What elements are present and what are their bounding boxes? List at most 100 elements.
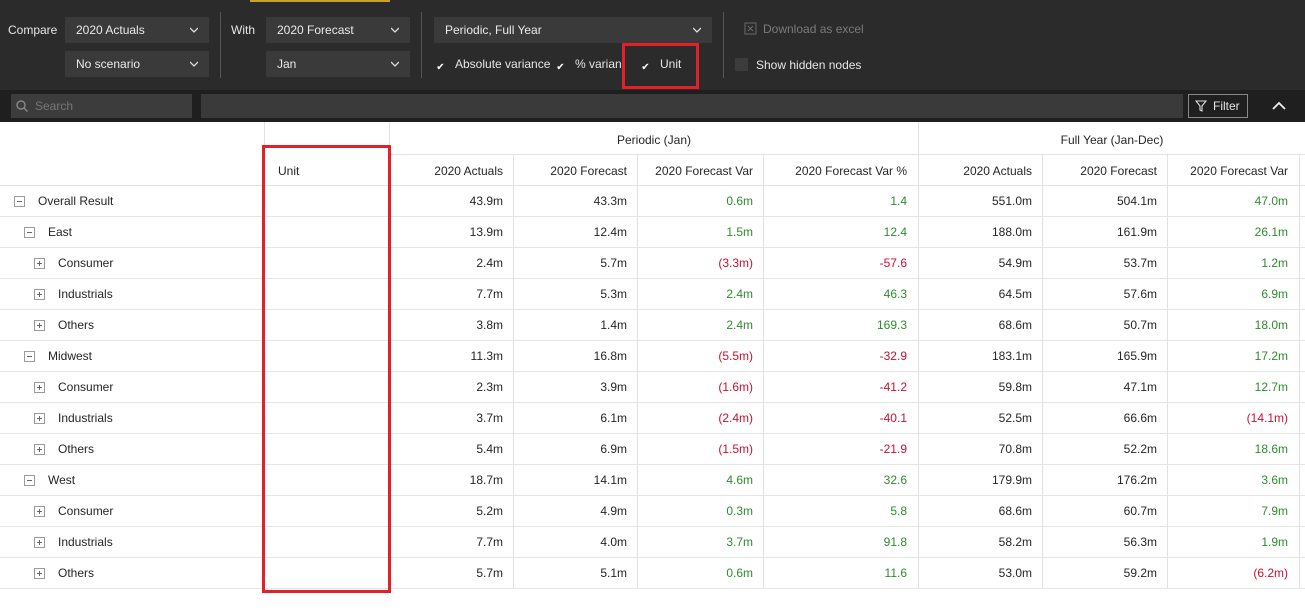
highlight-unit-checkbox — [622, 43, 699, 89]
expand-icon[interactable] — [34, 413, 45, 424]
chevron-up-icon[interactable] — [1270, 97, 1288, 115]
column-header[interactable]: 2020 Forecast — [1043, 164, 1157, 178]
column-header[interactable]: 2020 Forecast Var — [638, 164, 753, 178]
value-cell: 5.7m — [600, 256, 627, 270]
value-cell: 64.5m — [998, 287, 1032, 301]
value-cell: 91.8 — [883, 535, 907, 549]
expand-icon[interactable] — [34, 382, 45, 393]
table-row[interactable]: Midwest 11.3m 16.8m (5.5m) -32.9 183.1m 165.9m… — [0, 341, 1305, 372]
show-hidden-nodes-checkbox[interactable]: Show hidden nodes — [735, 56, 861, 74]
compare-dropdown-value: 2020 Actuals — [76, 23, 145, 37]
value-cell: 7.7m — [476, 535, 503, 549]
table-row[interactable]: Others 5.7m 5.1m 0.6m 11.6 53.0m 59.2m (6.2m) — [0, 558, 1305, 589]
value-cell: 57.6m — [1123, 287, 1157, 301]
filter-expression-bar[interactable] — [201, 94, 1183, 118]
filter-button[interactable]: Filter — [1188, 94, 1248, 118]
expand-icon[interactable] — [34, 506, 45, 517]
table-row[interactable]: Consumer 5.2m 4.9m 0.3m 5.8 68.6m 60.7m 7.9m — [0, 496, 1305, 527]
value-cell: 6.1m — [600, 411, 627, 425]
value-cell: 12.4m — [593, 225, 627, 239]
chevron-down-icon — [190, 61, 198, 67]
value-cell: 11.6 — [884, 566, 907, 580]
value-cell: (1.6m) — [718, 380, 753, 394]
table-row[interactable]: East 13.9m 12.4m 1.5m 12.4 188.0m 161.9m 26.1m — [0, 217, 1305, 248]
row-label: Industrials — [58, 535, 113, 549]
value-cell: (5.5m) — [718, 349, 753, 363]
expand-icon[interactable] — [34, 568, 45, 579]
percent-variance-checkbox[interactable]: ✔ % varianc — [554, 55, 622, 73]
value-cell: 14.1m — [593, 473, 627, 487]
value-cell: 551.0m — [991, 194, 1032, 208]
expand-icon[interactable] — [34, 537, 45, 548]
value-cell: 13.9m — [469, 225, 503, 239]
value-cell: 0.6m — [726, 194, 753, 208]
with-dropdown[interactable]: 2020 Forecast — [266, 17, 410, 43]
table-row[interactable]: Industrials 3.7m 6.1m (2.4m) -40.1 52.5m 66.6m… — [0, 403, 1305, 434]
value-cell: 4.0m — [600, 535, 627, 549]
chevron-down-icon — [190, 27, 198, 33]
filter-button-label: Filter — [1213, 99, 1240, 113]
value-cell: 2.3m — [476, 380, 503, 394]
collapse-icon[interactable] — [24, 475, 35, 486]
table-row[interactable]: Overall Result 43.9m 43.3m 0.6m 1.4 551.0m 504… — [0, 186, 1305, 217]
column-header[interactable]: 2020 Forecast Var % — [764, 164, 907, 178]
value-cell: 66.6m — [1123, 411, 1157, 425]
highlight-unit-column — [262, 145, 391, 593]
row-label: Consumer — [58, 380, 114, 394]
expand-icon[interactable] — [34, 444, 45, 455]
scenario-dropdown[interactable]: No scenario — [65, 51, 209, 77]
table-row[interactable]: Consumer 2.3m 3.9m (1.6m) -41.2 59.8m 47.1m 12.… — [0, 372, 1305, 403]
funnel-icon — [1195, 100, 1207, 112]
month-dropdown-value: Jan — [277, 57, 297, 71]
value-cell: 3.9m — [600, 380, 627, 394]
column-header[interactable]: 2020 Forecast — [514, 164, 627, 178]
download-excel-button[interactable]: Download as excel — [744, 22, 864, 36]
expand-icon[interactable] — [34, 320, 45, 331]
table-row[interactable]: Others 3.8m 1.4m 2.4m 169.3 68.6m 50.7m 18.0m — [0, 310, 1305, 341]
value-cell: 1.4 — [890, 194, 907, 208]
value-cell: -32.9 — [879, 349, 907, 363]
compare-dropdown[interactable]: 2020 Actuals — [65, 17, 209, 43]
toggle-stroke — [39, 571, 40, 576]
table-row[interactable]: West 18.7m 14.1m 4.6m 32.6 179.9m 176.2m 3.6m — [0, 465, 1305, 496]
absolute-variance-label: Absolute variance — [455, 57, 551, 71]
column-header[interactable]: 2020 Forecast Var — [1168, 164, 1288, 178]
value-cell: 5.3m — [600, 287, 627, 301]
search-input[interactable] — [11, 94, 192, 118]
month-dropdown[interactable]: Jan — [266, 51, 410, 77]
value-cell: 0.3m — [726, 504, 753, 518]
value-cell: 188.0m — [991, 225, 1032, 239]
value-cell: (14.1m) — [1246, 411, 1288, 425]
with-dropdown-value: 2020 Forecast — [277, 23, 354, 37]
toggle-stroke — [39, 509, 40, 514]
divider — [723, 12, 724, 78]
period-dropdown[interactable]: Periodic, Full Year — [434, 17, 712, 43]
period-dropdown-value: Periodic, Full Year — [445, 23, 542, 37]
collapse-icon[interactable] — [24, 227, 35, 238]
table-row[interactable]: Others 5.4m 6.9m (1.5m) -21.9 70.8m 52.2m 18.6m — [0, 434, 1305, 465]
value-cell: 1.4m — [600, 318, 627, 332]
row-label: Midwest — [48, 349, 93, 363]
expand-icon[interactable] — [34, 258, 45, 269]
row-label: Others — [58, 566, 95, 580]
row-label: Others — [58, 442, 95, 456]
row-label: West — [48, 473, 76, 487]
group-header-periodic: Periodic (Jan) — [616, 133, 692, 147]
value-cell: 0.6m — [726, 566, 753, 580]
value-cell: 58.2m — [998, 535, 1032, 549]
row-label: Industrials — [58, 411, 113, 425]
table-row[interactable]: Industrials 7.7m 5.3m 2.4m 46.3 64.5m 57.6m 6.9… — [0, 279, 1305, 310]
table-row[interactable]: Consumer 2.4m 5.7m (3.3m) -57.6 54.9m 53.7m 1.2… — [0, 248, 1305, 279]
search-icon — [16, 100, 28, 112]
value-cell: -57.6 — [879, 256, 907, 270]
collapse-icon[interactable] — [24, 351, 35, 362]
row-label: Consumer — [58, 256, 114, 270]
table-row[interactable]: Industrials 7.7m 4.0m 3.7m 91.8 58.2m 56.3m 1.9… — [0, 527, 1305, 558]
expand-icon[interactable] — [34, 289, 45, 300]
column-header[interactable]: 2020 Actuals — [390, 164, 503, 178]
value-cell: (3.3m) — [718, 256, 753, 270]
absolute-variance-checkbox[interactable]: ✔ Absolute variance — [434, 55, 550, 73]
column-header[interactable]: 2020 Actuals — [919, 164, 1032, 178]
collapse-icon[interactable] — [14, 196, 25, 207]
chevron-down-icon — [391, 61, 399, 67]
